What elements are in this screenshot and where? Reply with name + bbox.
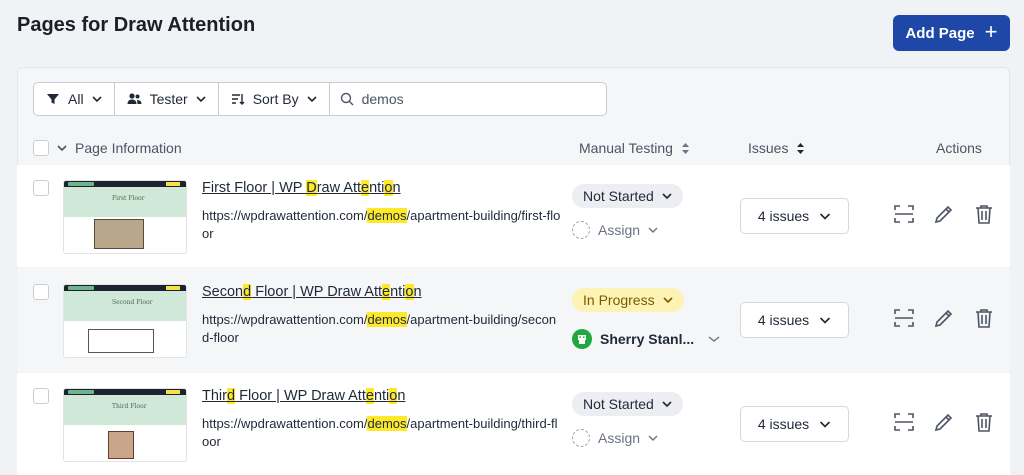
avatar [572, 329, 592, 349]
status-dropdown[interactable]: Not Started [572, 392, 683, 416]
status-label: Not Started [583, 396, 654, 412]
status-label: In Progress [583, 292, 655, 308]
page-title-link[interactable]: Third Floor | WP Draw Attention [202, 388, 405, 404]
chevron-down-icon [91, 96, 102, 103]
chevron-down-icon [663, 297, 673, 304]
chevron-down-icon[interactable] [57, 143, 67, 153]
page-thumbnail[interactable]: Second Floor [63, 284, 187, 358]
status-dropdown[interactable]: Not Started [572, 184, 683, 208]
status-filter[interactable]: All [34, 83, 115, 115]
sort-arrows-icon [681, 142, 689, 154]
chevron-down-icon [708, 336, 720, 342]
add-page-label: Add Page [905, 24, 975, 42]
row-actions [893, 411, 995, 433]
thumb-caption: Third Floor [112, 403, 147, 410]
status-dropdown[interactable]: In Progress [572, 288, 684, 312]
assign-label: Assign [598, 222, 641, 238]
edit-pencil-icon[interactable] [933, 307, 955, 329]
col-issues[interactable]: Issues [748, 140, 805, 156]
issues-count: 4 issues [757, 208, 810, 224]
issues-dropdown[interactable]: 4 issues [740, 406, 849, 442]
unassigned-avatar-icon [572, 429, 590, 447]
search-input[interactable] [361, 91, 582, 107]
assignee-name: Sherry Stanl... [600, 331, 695, 347]
chevron-down-icon [307, 96, 317, 103]
col-actions: Actions [936, 140, 982, 156]
row-checkbox[interactable] [33, 388, 49, 404]
page-thumbnail[interactable]: Third Floor [63, 388, 187, 462]
add-page-button[interactable]: Add Page + [893, 15, 1010, 51]
scan-icon[interactable] [893, 203, 915, 225]
sort-arrows-icon [797, 142, 805, 154]
page-url: https://wpdrawattention.com/demos/apartm… [202, 312, 557, 345]
select-all-checkbox[interactable] [33, 140, 49, 156]
assignee-dropdown[interactable]: Sherry Stanl... [572, 329, 720, 349]
page-thumbnail[interactable]: First Floor [63, 180, 187, 254]
status-label: Not Started [583, 188, 654, 204]
sort-by-filter[interactable]: Sort By [219, 83, 330, 115]
row-actions [893, 307, 995, 329]
unassigned-avatar-icon [572, 221, 590, 239]
filter-icon [47, 94, 59, 104]
thumb-caption: Second Floor [112, 299, 153, 306]
chevron-down-icon [820, 213, 831, 220]
row-checkbox[interactable] [33, 180, 49, 196]
chevron-down-icon [662, 401, 672, 408]
chevron-down-icon [648, 227, 658, 233]
issues-count: 4 issues [757, 312, 810, 328]
assign-dropdown[interactable]: Assign [572, 221, 658, 239]
chevron-down-icon [196, 96, 206, 103]
search-box [330, 83, 606, 115]
select-all[interactable] [33, 140, 67, 156]
tester-filter[interactable]: Tester [115, 83, 219, 115]
table-header: Page Information Manual Testing Issues A… [17, 131, 1010, 165]
issues-dropdown[interactable]: 4 issues [740, 302, 849, 338]
chevron-down-icon [648, 435, 658, 441]
table-row: Third Floor Third Floor | WP Draw Attent… [17, 373, 1010, 475]
row-actions [893, 203, 995, 225]
sort-icon [231, 94, 245, 105]
assign-dropdown[interactable]: Assign [572, 429, 658, 447]
row-checkbox[interactable] [33, 284, 49, 300]
col-page-information: Page Information [75, 140, 182, 156]
page-title: Pages for Draw Attention [17, 14, 256, 36]
col-manual-testing[interactable]: Manual Testing [579, 140, 690, 156]
page-url: https://wpdrawattention.com/demos/apartm… [202, 416, 558, 449]
col-manual-testing-label: Manual Testing [579, 140, 673, 156]
scan-icon[interactable] [893, 411, 915, 433]
table-row: First Floor First Floor | WP Draw Attent… [17, 165, 1010, 267]
scan-icon[interactable] [893, 307, 915, 329]
search-icon [340, 92, 354, 106]
tester-filter-label: Tester [149, 91, 188, 107]
page-url: https://wpdrawattention.com/demos/apartm… [202, 208, 561, 241]
thumb-caption: First Floor [112, 195, 145, 202]
chevron-down-icon [820, 317, 831, 324]
chevron-down-icon [820, 421, 831, 428]
sort-by-label: Sort By [252, 91, 299, 107]
table-row: Second Floor Second Floor | WP Draw Atte… [17, 269, 1010, 371]
page-title-link[interactable]: First Floor | WP Draw Attention [202, 180, 401, 196]
issues-dropdown[interactable]: 4 issues [740, 198, 849, 234]
user-avatar-icon [578, 335, 586, 344]
assign-label: Assign [598, 430, 641, 446]
chevron-down-icon [662, 193, 672, 200]
plus-icon: + [984, 19, 998, 44]
trash-icon[interactable] [973, 307, 995, 329]
page-title-link[interactable]: Second Floor | WP Draw Attention [202, 284, 422, 300]
col-issues-label: Issues [748, 140, 789, 156]
users-icon [127, 93, 142, 104]
edit-pencil-icon[interactable] [933, 203, 955, 225]
filter-bar: All Tester Sort By [33, 82, 607, 116]
trash-icon[interactable] [973, 203, 995, 225]
trash-icon[interactable] [973, 411, 995, 433]
status-filter-label: All [68, 91, 84, 107]
edit-pencil-icon[interactable] [933, 411, 955, 433]
issues-count: 4 issues [757, 416, 810, 432]
